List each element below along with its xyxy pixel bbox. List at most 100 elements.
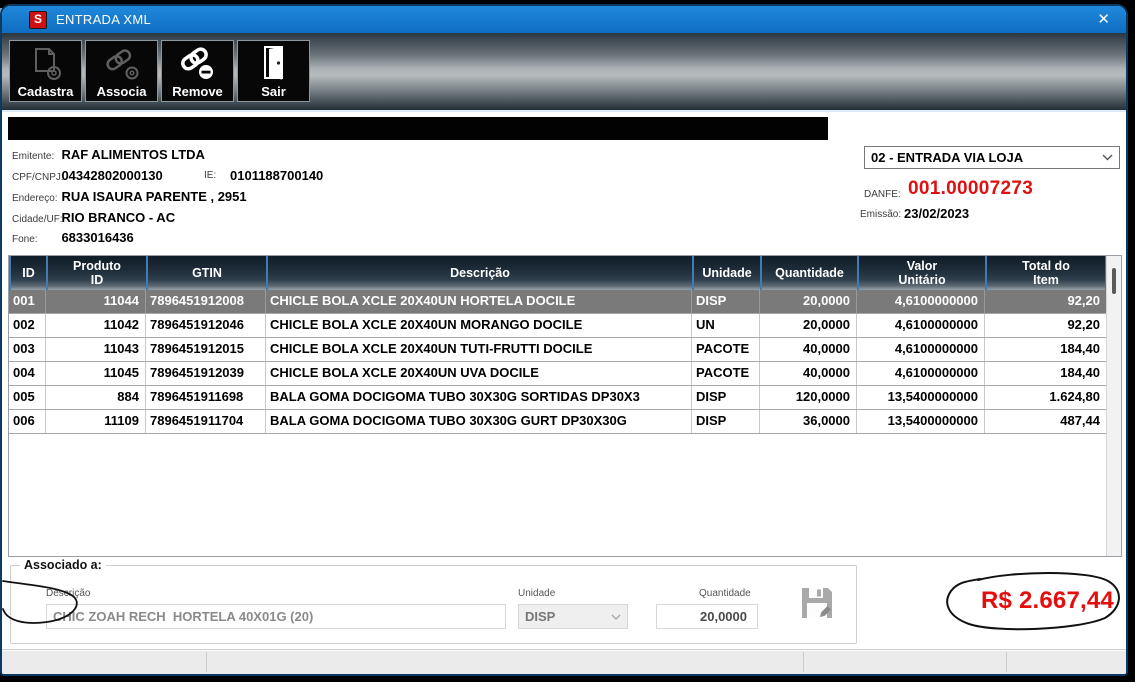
total-value: R$ 2.667,44: [912, 587, 1114, 615]
table-cell: 40,0000: [760, 362, 857, 385]
table-cell: 11043: [46, 338, 146, 361]
table-cell: 7896451911698: [146, 386, 266, 409]
table-cell: 006: [9, 410, 46, 433]
table-cell: 184,40: [985, 338, 1107, 361]
emissao-value: 23/02/2023: [904, 206, 969, 221]
table-row[interactable]: 001110447896451912008CHICLE BOLA XCLE 20…: [9, 290, 1107, 314]
descricao-input[interactable]: [46, 604, 506, 629]
column-header[interactable]: Produto ID: [48, 256, 148, 290]
remove-button[interactable]: Remove: [161, 40, 234, 102]
table-cell: DISP: [692, 410, 760, 433]
remove-label: Remove: [172, 84, 223, 100]
table-cell: 4,6100000000: [857, 362, 985, 385]
cpf-label: CPF/CNPJ:: [12, 168, 57, 188]
table-cell: 7896451912039: [146, 362, 266, 385]
floppy-save-icon: [796, 582, 838, 624]
table-cell: BALA GOMA DOCIGOMA TUBO 30X30G GURT DP30…: [266, 410, 692, 433]
associa-label: Associa: [97, 84, 147, 100]
table-cell: CHICLE BOLA XCLE 20X40UN UVA DOCILE: [266, 362, 692, 385]
document-gear-icon: [27, 41, 65, 84]
table-cell: 003: [9, 338, 46, 361]
associado-group: Associado a: Descrição Unidade DISP Quan…: [10, 558, 857, 644]
unidade-selected: DISP: [519, 609, 611, 624]
table-cell: PACOTE: [692, 338, 760, 361]
cadastra-label: Cadastra: [18, 84, 74, 100]
column-header[interactable]: ID: [11, 256, 48, 290]
table-row[interactable]: 006111097896451911704BALA GOMA DOCIGOMA …: [9, 410, 1107, 434]
sair-button[interactable]: Sair: [237, 40, 310, 102]
column-header[interactable]: Descrição: [268, 256, 694, 290]
table-cell: DISP: [692, 290, 760, 313]
link-gear-icon: [100, 41, 144, 84]
table-cell: 184,40: [985, 362, 1107, 385]
quantidade-input[interactable]: [656, 604, 758, 629]
table-cell: 40,0000: [760, 338, 857, 361]
table-row[interactable]: 002110427896451912046CHICLE BOLA XCLE 20…: [9, 314, 1107, 338]
statusbar-separator: [1006, 652, 1007, 672]
column-header[interactable]: Unidade: [694, 256, 762, 290]
endereco-value: RUA ISAURA PARENTE , 2951: [61, 189, 246, 204]
table-cell: 002: [9, 314, 46, 337]
table-row[interactable]: 0058847896451911698BALA GOMA DOCIGOMA TU…: [9, 386, 1107, 410]
endereco-label: Endereço:: [12, 189, 57, 209]
table-cell: 004: [9, 362, 46, 385]
associa-button[interactable]: Associa: [85, 40, 158, 102]
status-bar: [2, 649, 1126, 674]
table-cell: 884: [46, 386, 146, 409]
table-cell: CHICLE BOLA XCLE 20X40UN TUTI-FRUTTI DOC…: [266, 338, 692, 361]
table-cell: 11109: [46, 410, 146, 433]
cidade-row: Cidade/UF: RIO BRANCO - AC: [12, 208, 175, 228]
table-cell: UN: [692, 314, 760, 337]
fone-label: Fone:: [12, 230, 57, 250]
table-cell: 4,6100000000: [857, 290, 985, 313]
table-cell: 36,0000: [760, 410, 857, 433]
column-header[interactable]: Quantidade: [762, 256, 859, 290]
close-icon[interactable]: ✕: [1097, 12, 1110, 27]
items-table: IDProduto IDGTINDescriçãoUnidadeQuantida…: [8, 255, 1122, 557]
table-body: 001110447896451912008CHICLE BOLA XCLE 20…: [9, 290, 1107, 434]
ie-value: 0101188700140: [230, 166, 323, 186]
chevron-down-icon: [1102, 154, 1113, 161]
link-remove-icon: [176, 41, 220, 84]
table-cell: BALA GOMA DOCIGOMA TUBO 30X30G SORTIDAS …: [266, 386, 692, 409]
door-exit-icon: [256, 41, 292, 84]
statusbar-separator: [206, 652, 207, 672]
table-header: IDProduto IDGTINDescriçãoUnidadeQuantida…: [9, 256, 1107, 290]
table-cell: 001: [9, 290, 46, 313]
table-row[interactable]: 004110457896451912039CHICLE BOLA XCLE 20…: [9, 362, 1107, 386]
table-cell: 120,0000: [760, 386, 857, 409]
table-cell: 4,6100000000: [857, 338, 985, 361]
entry-type-selected: 02 - ENTRADA VIA LOJA: [865, 150, 1102, 165]
unidade-label: Unidade: [518, 588, 555, 599]
save-button[interactable]: [794, 580, 840, 626]
column-header[interactable]: Total do Item: [987, 256, 1107, 290]
table-cell: 7896451912008: [146, 290, 266, 313]
scrollbar-thumb[interactable]: [1112, 268, 1116, 294]
column-header[interactable]: GTIN: [148, 256, 268, 290]
danfe-value: 001.00007273: [908, 178, 1033, 200]
table-cell: 13,5400000000: [857, 410, 985, 433]
title-bar: S ENTRADA XML ✕: [2, 6, 1126, 33]
cpf-row: CPF/CNPJ: 04342802000130 IE: 01011887001…: [12, 166, 163, 186]
table-row[interactable]: 003110437896451912015CHICLE BOLA XCLE 20…: [9, 338, 1107, 362]
table-cell: PACOTE: [692, 362, 760, 385]
table-cell: 92,20: [985, 314, 1107, 337]
table-scrollbar[interactable]: [1106, 256, 1121, 556]
table-cell: CHICLE BOLA XCLE 20X40UN MORANGO DOCILE: [266, 314, 692, 337]
emissao-label: Emissão:: [860, 209, 901, 220]
chevron-down-icon: [611, 614, 621, 620]
fone-row: Fone: 6833016436: [12, 228, 134, 248]
emitente-label: Emitente:: [12, 147, 57, 167]
column-header[interactable]: Valor Unitário: [859, 256, 987, 290]
cadastra-button[interactable]: Cadastra: [9, 40, 82, 102]
table-cell: 487,44: [985, 410, 1107, 433]
entry-type-dropdown[interactable]: 02 - ENTRADA VIA LOJA: [864, 146, 1120, 169]
entrada-xml-window: S ENTRADA XML ✕ Cadastra: [2, 6, 1126, 674]
table-cell: 1.624,80: [985, 386, 1107, 409]
table-cell: 7896451911704: [146, 410, 266, 433]
toolbar: Cadastra Associa: [2, 33, 1126, 112]
window-title: ENTRADA XML: [56, 12, 151, 27]
unidade-dropdown[interactable]: DISP: [518, 604, 628, 629]
table-cell: 13,5400000000: [857, 386, 985, 409]
table-cell: 20,0000: [760, 290, 857, 313]
